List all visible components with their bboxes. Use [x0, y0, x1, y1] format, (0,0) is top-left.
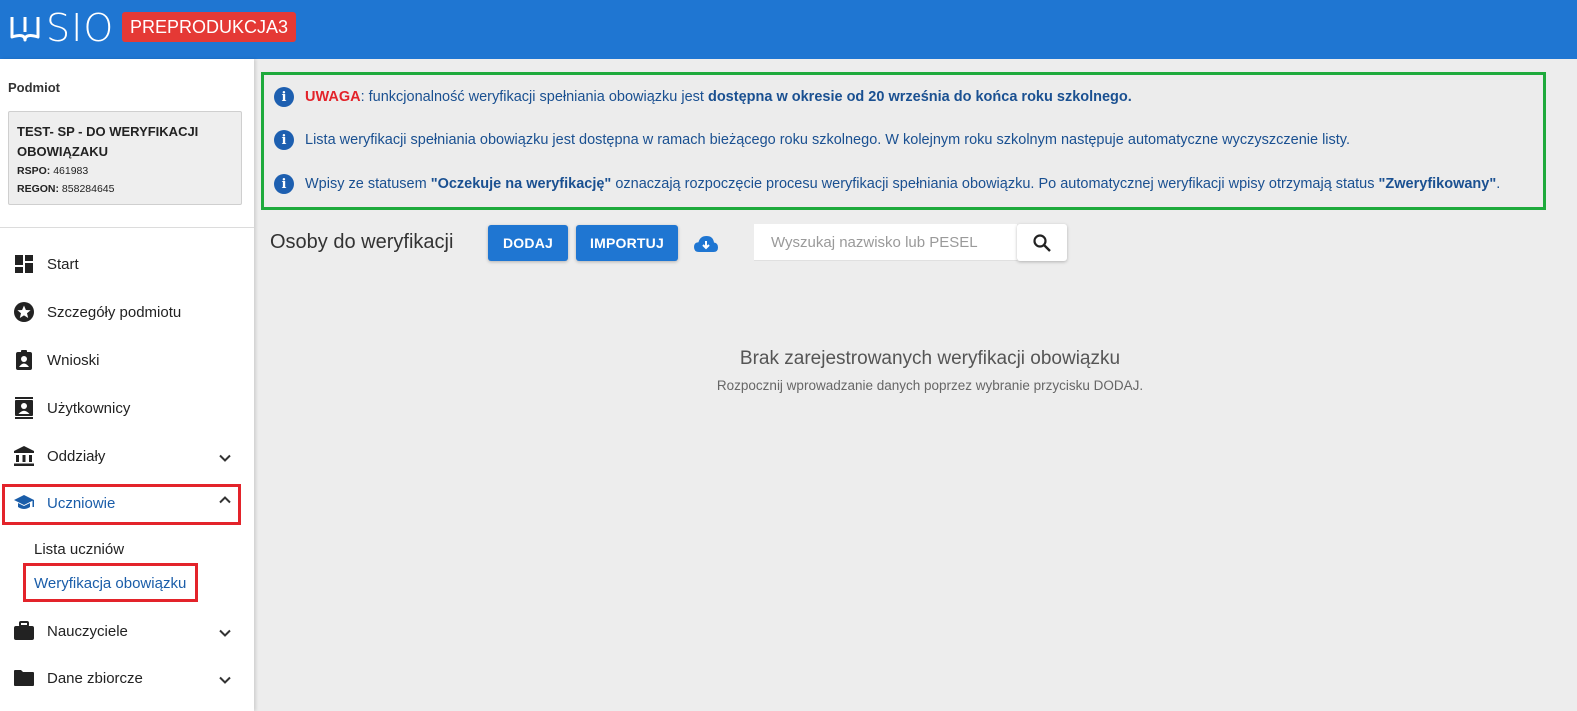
info-row-lista: i Lista weryfikacji spełniania obowiązku… [274, 130, 1350, 150]
contacts-icon [13, 397, 35, 419]
chevron-down-icon [219, 629, 231, 637]
chevron-up-icon [219, 496, 231, 504]
search-icon [1033, 233, 1051, 252]
podmiot-name: TEST- SP - DO WERYFIKACJI OBOWIĄZAKU [17, 124, 199, 159]
page-title: Osoby do weryfikacji [270, 231, 454, 253]
sidebar-item-label: Nauczyciele [47, 622, 128, 640]
info-row-statusy: i Wpisy ze statusem "Oczekuje na weryfik… [274, 174, 1500, 194]
sidebar-item-label: Użytkownicy [47, 399, 131, 417]
import-button[interactable]: IMPORTUJ [576, 225, 678, 261]
top-app-bar: SIO PREPRODUKCJA3 [0, 0, 1577, 59]
dashboard-icon [13, 253, 35, 275]
school-icon [13, 492, 35, 514]
info-panel: i UWAGA: funkcjonalność weryfikacji speł… [261, 72, 1546, 210]
cloud-download-icon[interactable] [693, 234, 719, 254]
sidebar-item-szczegoly-podmiotu[interactable]: Szczegóły podmiotu [0, 289, 254, 335]
bank-icon [13, 445, 35, 467]
sidebar-item-label: Uczniowie [47, 494, 116, 512]
briefcase-icon [13, 620, 35, 642]
book-logo-icon [10, 17, 40, 42]
environment-badge: PREPRODUKCJA3 [122, 12, 297, 42]
empty-state-subtitle: Rozpocznij wprowadzanie danych poprzez w… [716, 378, 1144, 393]
add-button[interactable]: DODAJ [488, 225, 568, 261]
empty-state-title: Brak zarejestrowanych weryfikacji obowią… [739, 348, 1121, 369]
sidebar-item-uczniowie[interactable]: Uczniowie [0, 480, 254, 526]
info-icon: i [274, 87, 294, 107]
chevron-down-icon [219, 454, 231, 462]
sidebar-item-label: Oddziały [47, 447, 106, 465]
sidebar-item-nauczyciele[interactable]: Nauczyciele [0, 608, 254, 654]
folder-icon [13, 667, 35, 689]
info-icon: i [274, 130, 294, 150]
info-row-uwaga: i UWAGA: funkcjonalność weryfikacji speł… [274, 87, 1132, 107]
info-icon: i [274, 174, 294, 194]
search-input[interactable] [754, 224, 1017, 261]
uwaga-label: UWAGA [305, 89, 361, 105]
sidebar-item-label: Dane zbiorcze [47, 669, 143, 687]
podmiot-label: Podmiot [8, 80, 60, 95]
sio-logo[interactable]: SIO [10, 6, 115, 50]
podmiot-rspo: RSPO: 461983 [17, 165, 89, 177]
sidebar-divider [0, 227, 254, 228]
sidebar-item-start[interactable]: Start [0, 241, 254, 287]
podmiot-regon: REGON: 858284645 [17, 183, 115, 195]
search-button[interactable] [1017, 224, 1067, 261]
logo-text: SIO [46, 6, 115, 50]
sidebar-item-oddzialy[interactable]: Oddziały [0, 433, 254, 479]
sidebar-subitem-lista-uczniow[interactable]: Lista uczniów [34, 541, 124, 558]
sidebar-item-dane-zbiorcze[interactable]: Dane zbiorcze [0, 655, 254, 701]
chevron-down-icon [219, 676, 231, 684]
sidebar-subitem-weryfikacja-obowiazku[interactable]: Weryfikacja obowiązku [34, 575, 186, 592]
sidebar-item-label: Szczegóły podmiotu [47, 303, 182, 321]
star-icon [13, 301, 35, 323]
podmiot-card: TEST- SP - DO WERYFIKACJI OBOWIĄZAKU RSP… [8, 111, 242, 205]
sidebar-item-label: Start [47, 255, 79, 273]
